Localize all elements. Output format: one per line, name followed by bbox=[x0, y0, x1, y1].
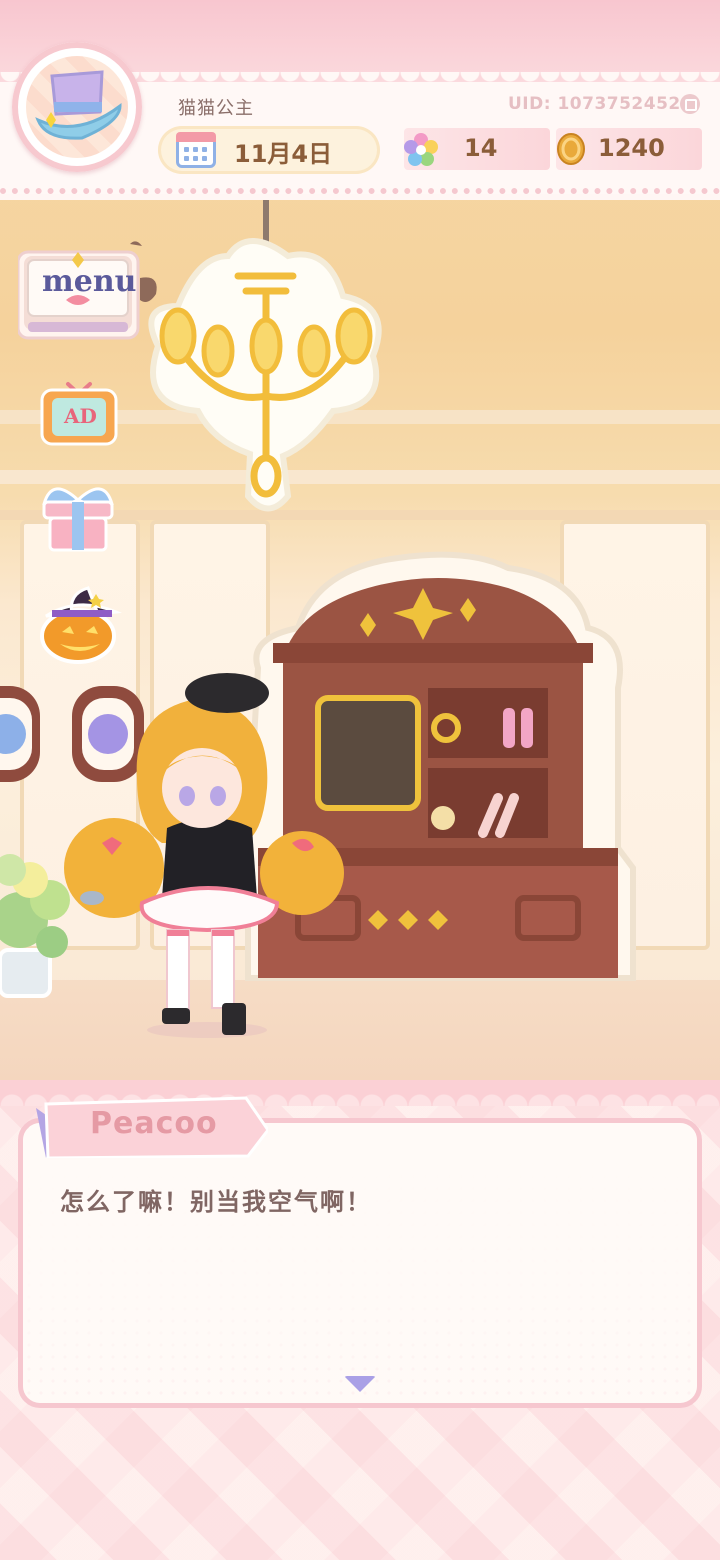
date-display[interactable]: 11月4日 bbox=[158, 126, 528, 174]
character-peacoo[interactable] bbox=[62, 668, 352, 1040]
pumpkin-witch-hat-icon bbox=[40, 586, 122, 664]
gem-counter[interactable]: 14 bbox=[404, 128, 550, 170]
calendar-icon bbox=[176, 132, 216, 168]
gift-button[interactable] bbox=[36, 484, 120, 554]
dialogue-text: 怎么了嘛！别当我空气啊！ bbox=[60, 1188, 372, 1216]
chandelier bbox=[148, 196, 382, 512]
menu-button[interactable]: menu bbox=[18, 238, 160, 342]
gift-icon bbox=[42, 487, 114, 552]
coin-icon bbox=[557, 133, 585, 165]
dialogue-box-fill bbox=[23, 1123, 697, 1403]
ad-button[interactable]: AD bbox=[40, 372, 118, 448]
menu-label: menu bbox=[42, 264, 137, 299]
coin-counter[interactable]: 1240 bbox=[556, 128, 702, 170]
gem-count: 14 bbox=[464, 134, 498, 162]
dialogue-box[interactable] bbox=[18, 1118, 702, 1408]
speaker-name: Peacoo bbox=[90, 1106, 218, 1141]
triangle-down-icon[interactable] bbox=[344, 1376, 376, 1392]
date-text: 11月4日 bbox=[234, 140, 333, 168]
player-avatar[interactable] bbox=[12, 42, 142, 172]
halloween-event-button[interactable] bbox=[38, 586, 122, 666]
player-name: 猫猫公主 bbox=[178, 98, 254, 119]
top-hat-icon bbox=[35, 70, 122, 140]
rainbow-flower-icon bbox=[404, 133, 438, 166]
coin-count: 1240 bbox=[598, 134, 665, 162]
copy-icon[interactable] bbox=[680, 94, 700, 114]
player-uid: UID: 1073752452 bbox=[508, 94, 681, 114]
ad-label: AD bbox=[64, 404, 97, 428]
